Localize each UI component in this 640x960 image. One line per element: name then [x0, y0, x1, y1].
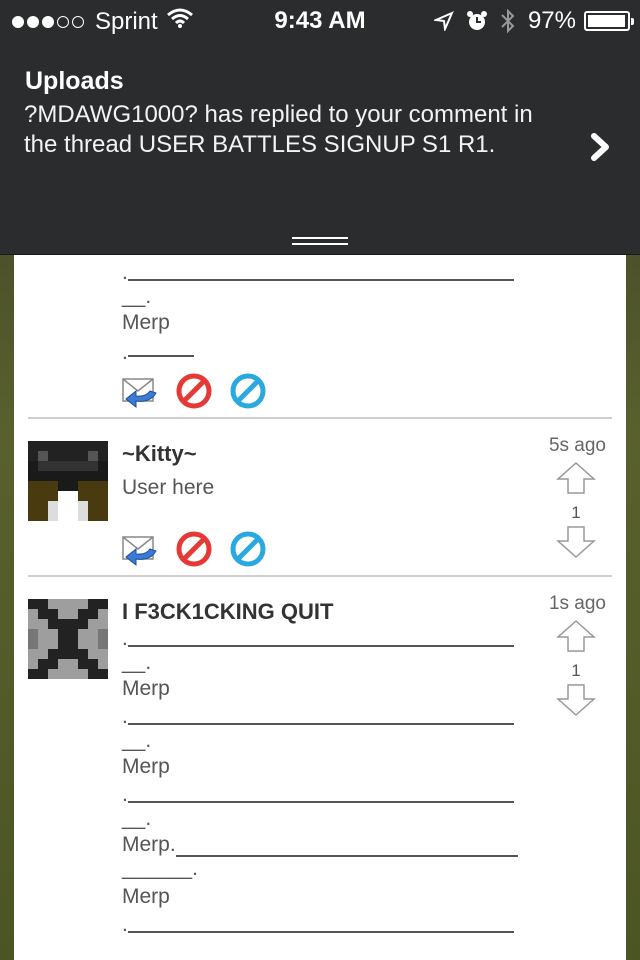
comment-timestamp: 5s ago [548, 435, 606, 456]
reply-icon[interactable] [122, 531, 158, 567]
location-icon [433, 11, 454, 31]
reply-icon[interactable] [122, 373, 158, 409]
comment-text-line: . [122, 705, 128, 728]
comment-text-line: Merp [122, 677, 170, 700]
upvote-icon[interactable] [556, 461, 596, 500]
battery-icon [584, 11, 634, 31]
downvote-icon[interactable] [556, 683, 596, 722]
underline-divider [128, 645, 514, 647]
bluetooth-icon [500, 9, 516, 33]
underline-divider [128, 801, 514, 803]
notification-title: Uploads [25, 67, 124, 95]
underline-divider [128, 723, 514, 725]
comment-text-line: ______. [122, 857, 198, 880]
comment-text-line: . [122, 913, 128, 936]
comment-text-line: __. [122, 651, 152, 674]
battery-percent: 97% [527, 7, 576, 34]
underline-divider [128, 931, 514, 933]
comment-text-line: Merp [122, 311, 170, 334]
comment-text-line: . [122, 261, 128, 284]
comment-author[interactable]: I F3CK1CKING QUIT [122, 599, 333, 625]
comment-text-line: . [122, 783, 128, 806]
alarm-icon [466, 10, 488, 32]
comment-text-line: __. [122, 285, 152, 308]
comment-body: User here [122, 476, 215, 499]
comment-text-line: . [122, 627, 128, 650]
comment-actions [122, 531, 284, 567]
block-icon[interactable] [176, 373, 212, 409]
comment-text-line: . [122, 341, 128, 364]
notification-message: ?MDAWG1000? has replied to your comment … [24, 101, 533, 158]
underline-divider [128, 279, 514, 281]
avatar[interactable] [28, 441, 108, 521]
flag-icon[interactable] [230, 373, 266, 409]
downvote-icon[interactable] [556, 525, 596, 564]
flag-icon[interactable] [230, 531, 266, 567]
avatar[interactable] [28, 599, 108, 679]
comment-timestamp: 1s ago [548, 593, 606, 614]
comment-actions [122, 373, 284, 409]
comment-text-line: __. [122, 729, 152, 752]
vote-count: 1 [571, 503, 581, 522]
upvote-icon[interactable] [556, 619, 596, 658]
block-icon[interactable] [176, 531, 212, 567]
comment-text-line: Merp [122, 755, 170, 778]
comment-divider [28, 417, 612, 419]
underline-divider [176, 855, 518, 857]
chevron-right-icon[interactable] [588, 132, 612, 162]
comment-text-line: Merp [122, 885, 170, 908]
banner-grabber-handle[interactable] [292, 237, 348, 247]
comment-author[interactable]: ~Kitty~ [122, 441, 197, 467]
comment-list[interactable]: . __. Merp . ~Kitty~ User here 5s ago 1 … [14, 255, 626, 960]
vote-count: 1 [571, 661, 581, 680]
comment-divider [28, 575, 612, 577]
status-bar: Sprint 9:43 AM 97% [0, 0, 640, 40]
comment-text-line: Merp. [122, 833, 176, 856]
comment-text-line: __. [122, 807, 152, 830]
underline-divider [128, 355, 194, 357]
notification-banner[interactable]: Sprint 9:43 AM 97% Uploads ?MDAWG1000? h… [0, 0, 640, 255]
